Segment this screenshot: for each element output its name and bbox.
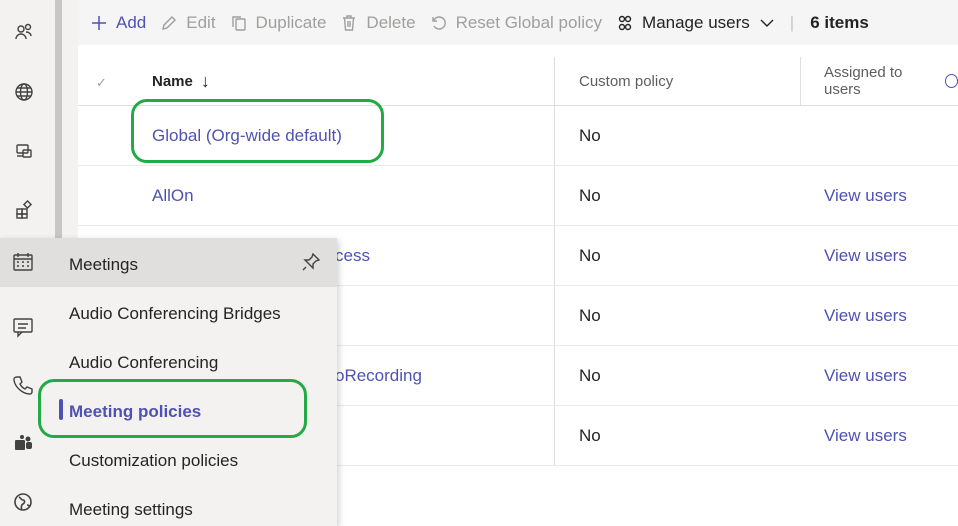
delete-label: Delete — [366, 12, 416, 32]
flyout-item-meeting-policies[interactable]: Meeting policies — [69, 402, 201, 422]
add-label: Add — [116, 12, 147, 32]
sort-arrow-icon: ↓ — [200, 70, 210, 91]
chevron-down-icon — [760, 19, 774, 27]
flyout-header[interactable] — [0, 238, 337, 287]
globe-icon[interactable] — [12, 80, 36, 104]
column-header-assigned[interactable]: Assigned to users — [824, 57, 958, 105]
edit-label: Edit — [186, 12, 216, 32]
reset-icon — [431, 15, 446, 30]
copy-icon — [231, 15, 246, 31]
meetings-flyout-menu: Meetings Audio Conferencing Bridges Audi… — [0, 238, 337, 526]
calendar-icon[interactable] — [12, 251, 36, 275]
users-icon[interactable] — [12, 20, 36, 44]
flyout-item-customization-policies[interactable]: Customization policies — [69, 451, 238, 471]
teams-icon[interactable] — [12, 433, 36, 457]
flyout-item-audio-conferencing-bridges[interactable]: Audio Conferencing Bridges — [69, 304, 281, 324]
custom-header-label: Custom policy — [579, 72, 674, 90]
trash-icon — [343, 14, 356, 31]
view-users-link[interactable]: View users — [824, 166, 907, 225]
manage-users-button[interactable]: Manage users — [616, 13, 776, 33]
flyout-item-meeting-settings[interactable]: Meeting settings — [69, 500, 193, 520]
name-header-label: Name — [152, 72, 193, 90]
pencil-icon — [162, 15, 177, 30]
pin-icon[interactable] — [301, 252, 321, 272]
active-indicator — [59, 399, 63, 420]
add-button[interactable]: Add — [90, 13, 146, 33]
custom-policy-value: No — [579, 125, 601, 145]
view-users-link[interactable]: View users — [824, 226, 907, 285]
view-users-link[interactable]: View users — [824, 346, 907, 405]
chat-icon[interactable] — [12, 316, 36, 340]
planet-icon[interactable] — [12, 491, 36, 515]
policy-name-link[interactable]: cess — [335, 226, 370, 285]
toolbar-divider: | — [789, 12, 795, 32]
policy-name-link[interactable]: AllOn — [152, 166, 194, 225]
column-header-custom-policy[interactable]: Custom policy — [579, 57, 673, 105]
duplicate-button[interactable]: Duplicate — [230, 12, 327, 33]
table-row[interactable]: Global (Org-wide default) No — [78, 106, 958, 166]
reset-label: Reset Global policy — [455, 12, 603, 32]
manage-users-label: Manage users — [642, 12, 750, 32]
custom-policy-value: No — [579, 245, 601, 265]
table-header: ✓ Name ↓ Custom policy Assigned to users — [78, 57, 958, 106]
reset-global-policy-button[interactable]: Reset Global policy — [430, 13, 602, 33]
people-icon — [618, 15, 632, 30]
devices-icon[interactable] — [12, 139, 36, 163]
item-count: 6 items — [810, 12, 869, 32]
assigned-header-label: Assigned to users — [824, 64, 903, 98]
command-bar: Add Edit Duplicate Delete Reset Global p… — [78, 0, 958, 45]
custom-policy-value: No — [579, 425, 601, 445]
info-icon[interactable] — [944, 74, 958, 88]
custom-policy-value: No — [579, 305, 601, 325]
flyout-title[interactable]: Meetings — [69, 255, 138, 275]
flyout-item-audio-conferencing[interactable]: Audio Conferencing — [69, 353, 218, 373]
apps-icon[interactable] — [12, 198, 36, 222]
plus-icon — [92, 15, 106, 30]
column-header-name[interactable]: Name ↓ — [152, 57, 210, 105]
table-row[interactable]: AllOn No View users — [78, 166, 958, 226]
edit-button[interactable]: Edit — [160, 12, 216, 33]
view-users-link[interactable]: View users — [824, 406, 907, 465]
select-all-check-icon[interactable]: ✓ — [96, 75, 110, 90]
custom-policy-value: No — [579, 185, 601, 205]
policy-name-link[interactable]: Global (Org-wide default) — [152, 106, 342, 165]
duplicate-label: Duplicate — [255, 12, 327, 32]
phone-icon[interactable] — [12, 374, 36, 398]
delete-button[interactable]: Delete — [340, 12, 416, 33]
policy-name-link[interactable]: oRecording — [335, 346, 422, 405]
custom-policy-value: No — [579, 365, 601, 385]
view-users-link[interactable]: View users — [824, 286, 907, 345]
